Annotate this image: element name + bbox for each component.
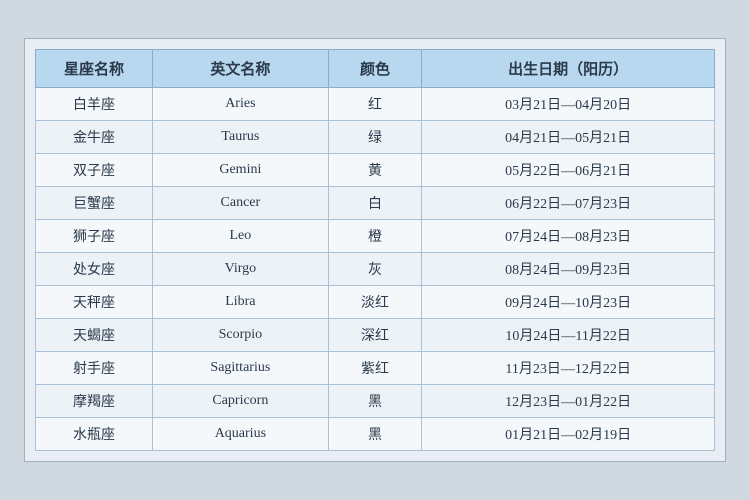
table-row: 摩羯座Capricorn黑12月23日—01月22日 bbox=[36, 385, 715, 418]
cell-color: 黑 bbox=[328, 385, 422, 418]
cell-date: 11月23日—12月22日 bbox=[422, 352, 715, 385]
cell-date: 08月24日—09月23日 bbox=[422, 253, 715, 286]
cell-english: Cancer bbox=[153, 187, 329, 220]
cell-english: Aquarius bbox=[153, 418, 329, 451]
cell-english: Aries bbox=[153, 88, 329, 121]
cell-color: 绿 bbox=[328, 121, 422, 154]
table-row: 射手座Sagittarius紫红11月23日—12月22日 bbox=[36, 352, 715, 385]
cell-color: 黑 bbox=[328, 418, 422, 451]
cell-date: 05月22日—06月21日 bbox=[422, 154, 715, 187]
cell-color: 橙 bbox=[328, 220, 422, 253]
table-row: 白羊座Aries红03月21日—04月20日 bbox=[36, 88, 715, 121]
cell-date: 07月24日—08月23日 bbox=[422, 220, 715, 253]
cell-chinese: 处女座 bbox=[36, 253, 153, 286]
table-header-row: 星座名称 英文名称 颜色 出生日期（阳历） bbox=[36, 50, 715, 88]
cell-english: Gemini bbox=[153, 154, 329, 187]
cell-english: Capricorn bbox=[153, 385, 329, 418]
cell-color: 灰 bbox=[328, 253, 422, 286]
header-color: 颜色 bbox=[328, 50, 422, 88]
cell-color: 紫红 bbox=[328, 352, 422, 385]
cell-chinese: 巨蟹座 bbox=[36, 187, 153, 220]
cell-english: Sagittarius bbox=[153, 352, 329, 385]
cell-chinese: 白羊座 bbox=[36, 88, 153, 121]
cell-chinese: 狮子座 bbox=[36, 220, 153, 253]
cell-english: Virgo bbox=[153, 253, 329, 286]
cell-chinese: 双子座 bbox=[36, 154, 153, 187]
cell-color: 淡红 bbox=[328, 286, 422, 319]
cell-date: 12月23日—01月22日 bbox=[422, 385, 715, 418]
cell-date: 09月24日—10月23日 bbox=[422, 286, 715, 319]
table-row: 天蝎座Scorpio深红10月24日—11月22日 bbox=[36, 319, 715, 352]
cell-chinese: 摩羯座 bbox=[36, 385, 153, 418]
table-row: 狮子座Leo橙07月24日—08月23日 bbox=[36, 220, 715, 253]
table-row: 处女座Virgo灰08月24日—09月23日 bbox=[36, 253, 715, 286]
cell-date: 01月21日—02月19日 bbox=[422, 418, 715, 451]
cell-chinese: 金牛座 bbox=[36, 121, 153, 154]
header-date: 出生日期（阳历） bbox=[422, 50, 715, 88]
cell-color: 红 bbox=[328, 88, 422, 121]
cell-date: 06月22日—07月23日 bbox=[422, 187, 715, 220]
zodiac-table-container: 星座名称 英文名称 颜色 出生日期（阳历） 白羊座Aries红03月21日—04… bbox=[24, 38, 726, 462]
cell-english: Taurus bbox=[153, 121, 329, 154]
table-row: 金牛座Taurus绿04月21日—05月21日 bbox=[36, 121, 715, 154]
table-row: 天秤座Libra淡红09月24日—10月23日 bbox=[36, 286, 715, 319]
table-row: 巨蟹座Cancer白06月22日—07月23日 bbox=[36, 187, 715, 220]
zodiac-table: 星座名称 英文名称 颜色 出生日期（阳历） 白羊座Aries红03月21日—04… bbox=[35, 49, 715, 451]
header-chinese: 星座名称 bbox=[36, 50, 153, 88]
cell-chinese: 天秤座 bbox=[36, 286, 153, 319]
cell-color: 白 bbox=[328, 187, 422, 220]
cell-date: 04月21日—05月21日 bbox=[422, 121, 715, 154]
cell-chinese: 天蝎座 bbox=[36, 319, 153, 352]
cell-chinese: 射手座 bbox=[36, 352, 153, 385]
cell-chinese: 水瓶座 bbox=[36, 418, 153, 451]
cell-color: 黄 bbox=[328, 154, 422, 187]
cell-english: Leo bbox=[153, 220, 329, 253]
cell-date: 10月24日—11月22日 bbox=[422, 319, 715, 352]
header-english: 英文名称 bbox=[153, 50, 329, 88]
cell-color: 深红 bbox=[328, 319, 422, 352]
table-row: 双子座Gemini黄05月22日—06月21日 bbox=[36, 154, 715, 187]
cell-english: Scorpio bbox=[153, 319, 329, 352]
cell-date: 03月21日—04月20日 bbox=[422, 88, 715, 121]
cell-english: Libra bbox=[153, 286, 329, 319]
table-row: 水瓶座Aquarius黑01月21日—02月19日 bbox=[36, 418, 715, 451]
